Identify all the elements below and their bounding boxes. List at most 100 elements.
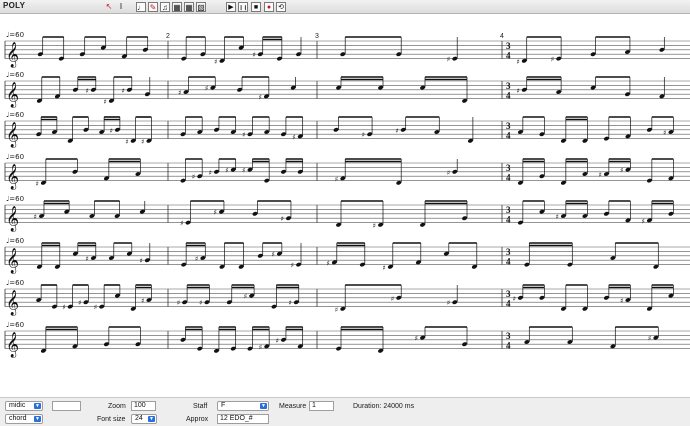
grid-icon[interactable]: ▦	[172, 2, 182, 12]
sharp-sign: ♯	[335, 175, 338, 183]
sharp-sign: ♯	[276, 337, 279, 345]
controls-panel: midic ▼ chord ▼ Zoom 100 Font size 24 ▼ …	[0, 397, 690, 426]
time-signature-bottom: 4	[506, 341, 511, 351]
treble-clef-icon: 𝄞	[6, 82, 19, 108]
sharp-sign: ♯	[259, 343, 262, 351]
tempo-marking: ♩=60	[6, 195, 24, 203]
treble-clef-icon: 𝄞	[6, 290, 19, 316]
sharp-sign: ♯	[326, 259, 329, 267]
sharp-sign: ♯	[121, 87, 124, 95]
sharp-sign: ♯	[209, 169, 212, 177]
measure-label: Measure	[279, 403, 307, 410]
time-signature-bottom: 4	[506, 257, 511, 267]
sharp-sign: ♯	[335, 306, 338, 314]
time-signature-top: 3	[506, 163, 511, 173]
tempo-marking: ♩=60	[6, 71, 24, 79]
score-canvas[interactable]: 2 3 4♩=60𝄞 34♯♯♯ ♯ ♯♩=60𝄞 34♯♯♯ ♯♯♯♯♩=60𝄞 34♯♯ ♯♯…	[0, 15, 690, 397]
sharp-sign: ♯	[178, 89, 181, 97]
zoom-input[interactable]: 100	[131, 401, 156, 411]
sharp-sign: ♯	[214, 58, 217, 66]
sharp-sign: ♯	[288, 299, 291, 307]
fontsize-label: Font size	[97, 416, 126, 423]
time-signature-top: 3	[506, 121, 511, 131]
sharp-sign: ♯	[195, 255, 198, 263]
midi-select[interactable]: midic ▼	[5, 401, 43, 411]
sharp-sign: ♯	[555, 213, 558, 221]
grid-alt-icon[interactable]: ▦	[184, 2, 194, 12]
fontsize-select[interactable]: 24 ▼	[131, 414, 157, 424]
sharp-sign: ♯	[125, 138, 128, 146]
sharp-sign: ♯	[34, 213, 37, 221]
sharp-sign: ♯	[214, 209, 217, 217]
treble-clef-icon: 𝄞	[6, 332, 19, 358]
time-signature-bottom: 4	[506, 173, 511, 183]
score-view[interactable]: 2 3 4 ♩=60 𝄞 3 4 ♯ ♯ ♯ ♯ ♯ ♩=60 𝄞 3 4 ♯ ♯ ♯ ♯ ♯ ♯ ♯ ♩=60 𝄞 3 4 ♯ ♯ ♯ ♯…	[0, 15, 690, 397]
time-signature-top: 3	[506, 81, 511, 91]
staff-label: Staff	[193, 403, 208, 410]
fontsize-select-value: 24	[135, 415, 143, 422]
tempo-marking: ♩=60	[6, 153, 24, 161]
quarter-note-icon[interactable]: ♩	[136, 2, 146, 12]
treble-clef-icon: 𝄞	[6, 164, 19, 190]
stop-icon[interactable]: ■	[251, 2, 261, 12]
time-signature-top: 3	[506, 205, 511, 215]
treble-clef-icon: 𝄞	[6, 122, 19, 148]
sharp-sign: ♯	[242, 167, 245, 175]
sharp-sign: ♯	[447, 56, 450, 64]
tempo-marking: ♩=60	[6, 31, 24, 39]
approx-field[interactable]: 12 EDO_#	[217, 414, 269, 424]
tempo-marking: ♩=60	[6, 279, 24, 287]
sharp-sign: ♯	[62, 304, 65, 312]
sharp-sign: ♯	[141, 138, 144, 146]
color-field[interactable]	[52, 401, 81, 411]
sharp-sign: ♯	[395, 127, 398, 135]
time-signature-top: 3	[506, 247, 511, 257]
treble-clef-icon: 𝄞	[6, 248, 19, 274]
record-icon[interactable]: ●	[264, 2, 274, 12]
sharp-sign: ♯	[141, 297, 144, 305]
sharp-sign: ♯	[620, 297, 623, 305]
play-icon[interactable]: ▶	[226, 2, 236, 12]
arrow-pointer-icon[interactable]: ↖	[104, 2, 114, 12]
chevron-down-icon: ▼	[34, 403, 41, 409]
sharp-sign: ♯	[252, 51, 255, 59]
sharp-sign: ♯	[258, 93, 261, 101]
text-cursor-icon[interactable]: I	[116, 2, 126, 12]
time-signature-top: 3	[506, 41, 511, 51]
poly-window: POLY ↖ I ♩ ✎ ♫ ▦ ▦ ▧ ▶ ❙❙ ■ ● ⟲ 2 3 4 ♩=60 𝄞 3 4 ♯ ♯ ♯ ♯ ♯ ♩=60…	[0, 0, 690, 426]
sharp-sign: ♯	[663, 129, 666, 137]
sharp-sign: ♯	[85, 255, 88, 263]
measure-input[interactable]: 1	[309, 401, 334, 411]
chevron-down-icon: ▼	[34, 416, 41, 422]
treble-clef-icon: 𝄞	[6, 206, 19, 232]
staff-select-value: F	[221, 402, 226, 409]
sharp-sign: ♯	[512, 295, 515, 303]
sharp-sign: ♯	[103, 98, 106, 106]
approx-label: Approx	[186, 416, 209, 423]
tempo-marking: ♩=60	[6, 321, 24, 329]
sharp-sign: ♯	[415, 335, 418, 343]
sharp-sign: ♯	[94, 304, 97, 312]
duration-readout: Duration: 24000 ms	[353, 403, 415, 410]
time-signature-top: 3	[506, 289, 511, 299]
pencil-icon[interactable]: ✎	[148, 2, 158, 12]
sharp-sign: ♯	[109, 127, 112, 135]
sharp-sign: ♯	[271, 251, 274, 259]
sharp-sign: ♯	[192, 173, 195, 181]
time-signature-bottom: 4	[506, 299, 511, 309]
measure-number: 2	[166, 33, 170, 40]
sharp-sign: ♯	[242, 131, 245, 139]
sharp-sign: ♯	[641, 217, 644, 225]
time-signature-bottom: 4	[506, 91, 511, 101]
sharp-sign: ♯	[281, 215, 284, 223]
sharp-sign: ♯	[292, 133, 295, 141]
eighth-notes-icon[interactable]: ♫	[160, 2, 170, 12]
sharp-sign: ♯	[516, 87, 519, 95]
pause-icon[interactable]: ❙❙	[238, 2, 248, 12]
time-signature-bottom: 4	[506, 215, 511, 225]
mode-select[interactable]: chord ▼	[5, 414, 43, 424]
staff-select[interactable]: F ▼	[217, 401, 269, 411]
sharp-sign: ♯	[180, 220, 183, 228]
loop-icon[interactable]: ⟲	[276, 2, 286, 12]
grid-edit-icon[interactable]: ▧	[196, 2, 206, 12]
